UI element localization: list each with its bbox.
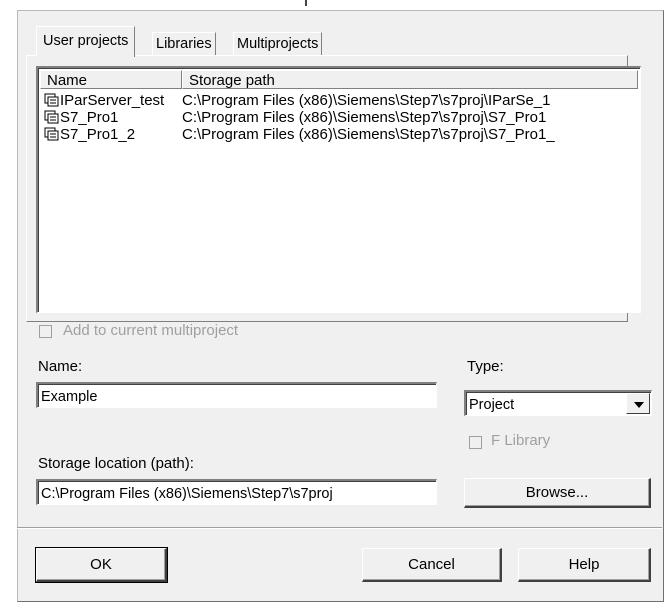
project-icon — [44, 93, 59, 107]
project-name: IParServer_test — [60, 92, 165, 109]
tab-multiprojects[interactable]: Multiprojects — [233, 32, 323, 55]
type-label: Type: — [467, 358, 504, 375]
type-dropdown[interactable]: Project — [464, 390, 652, 416]
name-field[interactable]: Example — [36, 382, 437, 408]
project-icon — [44, 110, 59, 124]
project-name: S7_Pro1_2 — [60, 126, 136, 143]
list-header: Name Storage path — [40, 70, 638, 90]
project-list[interactable]: Name Storage path IParServer_test C:\Pro… — [36, 66, 641, 313]
chevron-down-icon[interactable] — [626, 393, 650, 414]
project-path: C:\Program Files (x86)\Siemens\Step7\s7p… — [182, 92, 551, 109]
title-bar-remnant — [0, 0, 664, 10]
f-library-checkbox[interactable] — [469, 436, 482, 449]
help-button[interactable]: Help — [518, 548, 651, 582]
project-icon — [44, 127, 59, 141]
f-library-label: F Library — [491, 432, 551, 449]
column-header-name[interactable]: Name — [40, 70, 182, 89]
project-path: C:\Program Files (x86)\Siemens\Step7\s7p… — [182, 126, 555, 143]
add-to-multiproject-checkbox[interactable] — [39, 325, 52, 338]
storage-location-label: Storage location (path): — [38, 455, 194, 472]
browse-button[interactable]: Browse... — [464, 478, 651, 508]
cancel-button[interactable]: Cancel — [362, 548, 502, 582]
project-path: C:\Program Files (x86)\Siemens\Step7\s7p… — [182, 109, 547, 126]
tab-user-projects[interactable]: User projects — [36, 26, 136, 57]
storage-location-field[interactable]: C:\Program Files (x86)\Siemens\Step7\s7p… — [36, 479, 437, 505]
project-name: S7_Pro1 — [60, 109, 119, 126]
add-to-multiproject-label: Add to current multiproject — [63, 322, 239, 339]
name-label: Name: — [38, 358, 83, 375]
tab-libraries[interactable]: Libraries — [152, 32, 216, 55]
ok-button[interactable]: OK — [35, 547, 168, 583]
separator — [17, 527, 662, 529]
column-header-storage-path[interactable]: Storage path — [182, 70, 638, 89]
type-selected-value: Project — [469, 397, 515, 413]
